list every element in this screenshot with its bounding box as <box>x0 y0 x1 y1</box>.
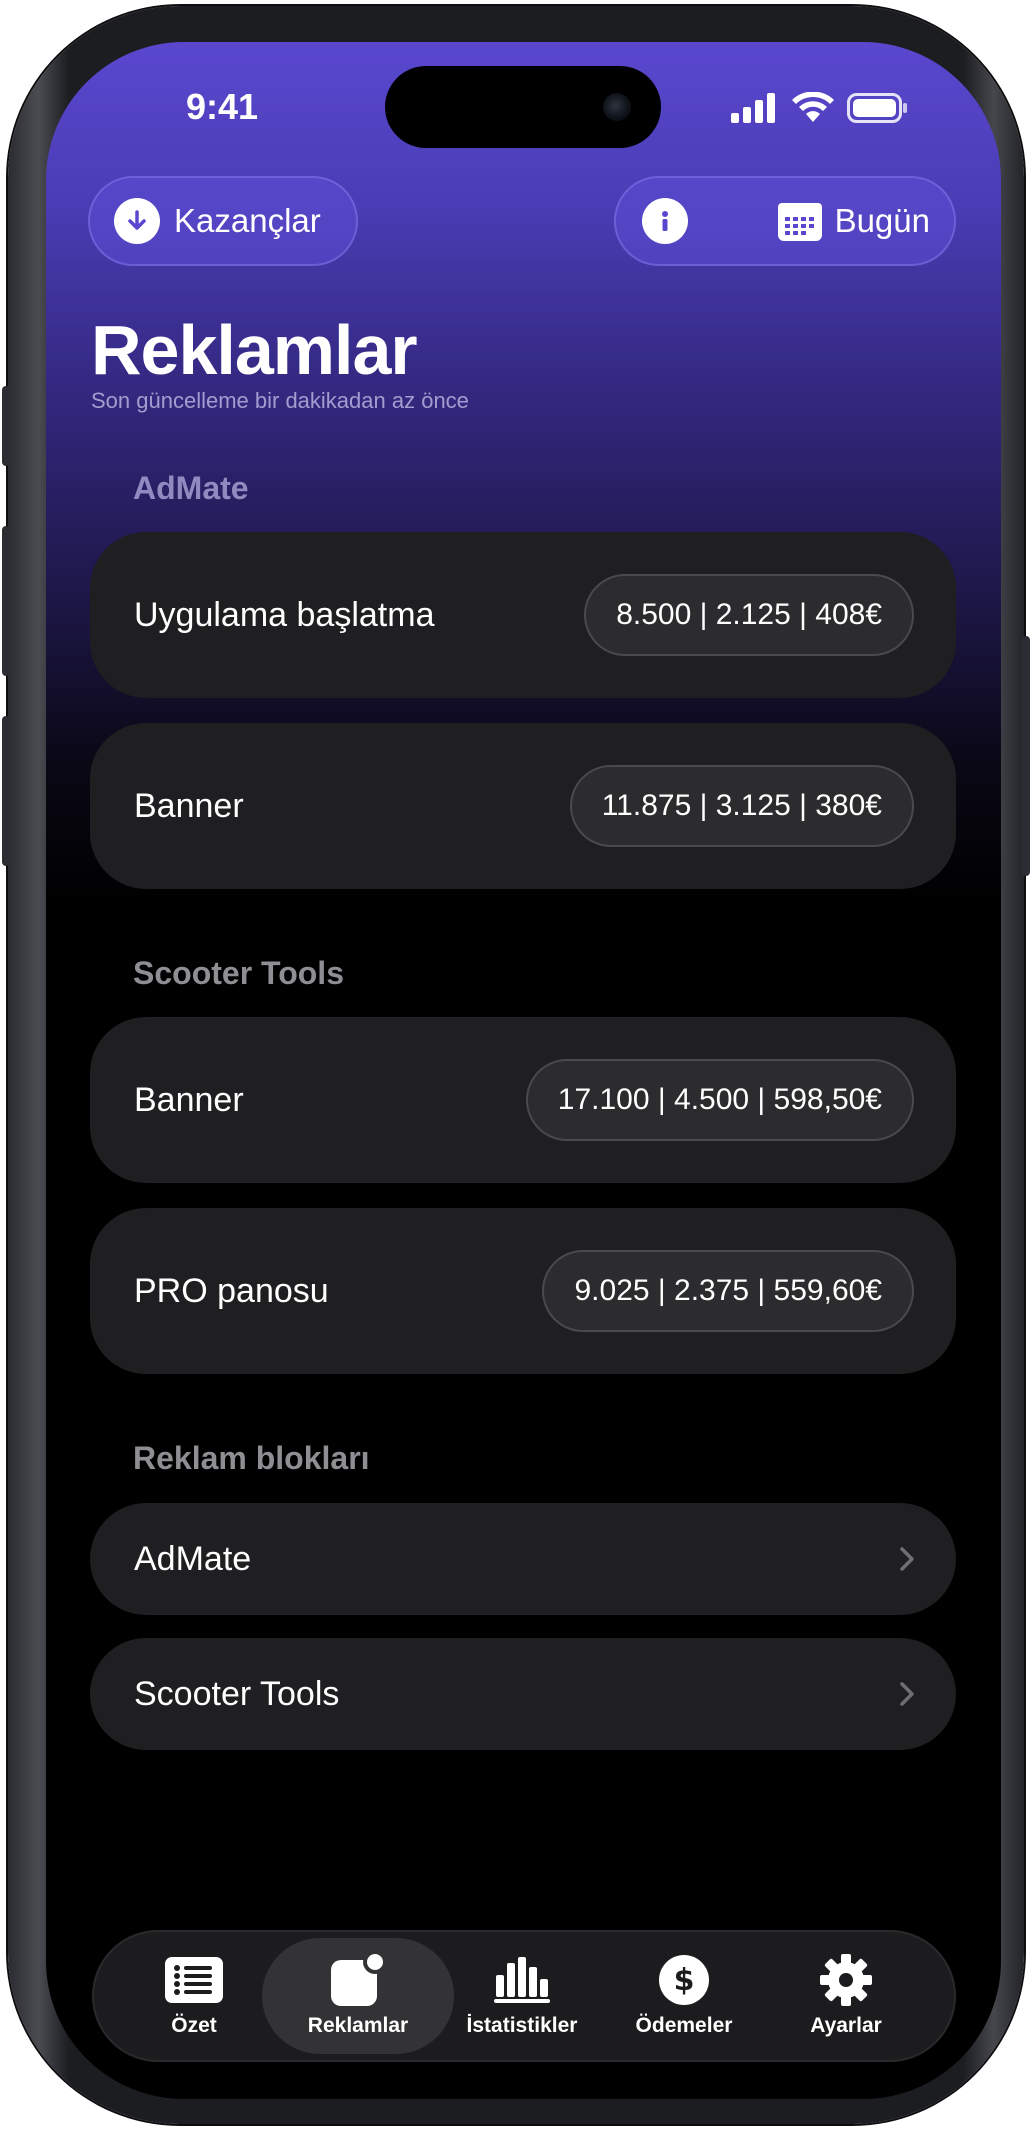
section-header-ad-blocks: Reklam blokları <box>133 1440 370 1476</box>
info-icon[interactable] <box>642 198 688 244</box>
wifi-icon <box>792 92 834 122</box>
last-updated-text: Son güncelleme bir dakikadan az önce <box>91 388 469 413</box>
chevron-right-icon <box>900 1547 914 1571</box>
ad-block-row-scooter-tools[interactable]: Scooter Tools <box>90 1638 956 1750</box>
ad-row[interactable]: PRO panosu 9.025 | 2.375 | 559,60€ <box>90 1208 956 1374</box>
earnings-button[interactable]: Kazançlar <box>88 176 358 266</box>
ad-row-stats: 11.875 | 3.125 | 380€ <box>569 765 914 847</box>
ad-row[interactable]: Banner 17.100 | 4.500 | 598,50€ <box>90 1017 956 1183</box>
silent-switch <box>2 386 10 466</box>
section-header-admate: AdMate <box>133 470 249 506</box>
screen: 9:41 Kazançlar Bugün Reklamlar Son günce… <box>46 42 1001 2099</box>
ad-row-stats: 9.025 | 2.375 | 559,60€ <box>542 1250 914 1332</box>
download-icon <box>114 198 160 244</box>
battery-icon <box>847 93 907 123</box>
ads-badge-icon <box>329 1952 387 2008</box>
earnings-label: Kazançlar <box>174 202 321 239</box>
bar-chart-icon <box>494 1952 550 2008</box>
svg-text:$: $ <box>674 1963 695 1998</box>
tab-label: Ayarlar <box>810 2014 882 2037</box>
volume-down-button <box>2 716 10 866</box>
ad-row-label: Uygulama başlatma <box>134 595 435 634</box>
ad-row[interactable]: Banner 11.875 | 3.125 | 380€ <box>90 723 956 889</box>
ad-row-stats: 8.500 | 2.125 | 408€ <box>584 574 914 656</box>
calendar-icon <box>777 203 822 241</box>
ad-block-label: Scooter Tools <box>134 1674 340 1713</box>
chevron-right-icon <box>900 1682 914 1706</box>
tab-payments[interactable]: $ Ödemeler <box>604 1938 764 2054</box>
tab-label: İstatistikler <box>466 2014 578 2037</box>
signal-icon <box>731 93 775 123</box>
tab-statistics[interactable]: İstatistikler <box>442 1938 602 2054</box>
tab-settings[interactable]: Ayarlar <box>766 1938 926 2054</box>
tab-bar: Özet Reklamlar İstatistikler $ Ödemeler … <box>92 1930 956 2062</box>
ad-row-label: Banner <box>134 1080 244 1119</box>
gear-icon <box>819 1952 873 2008</box>
volume-up-button <box>2 526 10 676</box>
dynamic-island <box>385 66 661 148</box>
list-icon <box>165 1952 223 2008</box>
dollar-icon: $ <box>658 1952 710 2008</box>
ad-row-label: PRO panosu <box>134 1271 329 1310</box>
ad-block-row-admate[interactable]: AdMate <box>90 1503 956 1615</box>
tab-label: Özet <box>171 2014 217 2037</box>
phone-frame: 9:41 Kazançlar Bugün Reklamlar Son günce… <box>2 6 1030 2124</box>
tab-ads[interactable]: Reklamlar <box>262 1938 454 2054</box>
ad-block-label: AdMate <box>134 1539 252 1578</box>
ad-row-stats: 17.100 | 4.500 | 598,50€ <box>525 1059 914 1141</box>
header-actions-pill: Bugün <box>614 176 956 266</box>
ad-row[interactable]: Uygulama başlatma 8.500 | 2.125 | 408€ <box>90 532 956 698</box>
section-header-scooter-tools: Scooter Tools <box>133 955 344 991</box>
ad-row-label: Banner <box>134 786 244 825</box>
status-time: 9:41 <box>186 86 259 127</box>
date-button[interactable]: Bugün <box>777 200 930 242</box>
date-label: Bugün <box>834 202 930 239</box>
power-button <box>1022 636 1030 876</box>
page-title: Reklamlar <box>91 311 418 389</box>
tab-label: Ödemeler <box>635 2014 733 2037</box>
status-icons <box>731 92 909 124</box>
camera-dot <box>603 93 631 121</box>
tab-summary[interactable]: Özet <box>114 1938 274 2054</box>
tab-label: Reklamlar <box>307 2014 409 2037</box>
